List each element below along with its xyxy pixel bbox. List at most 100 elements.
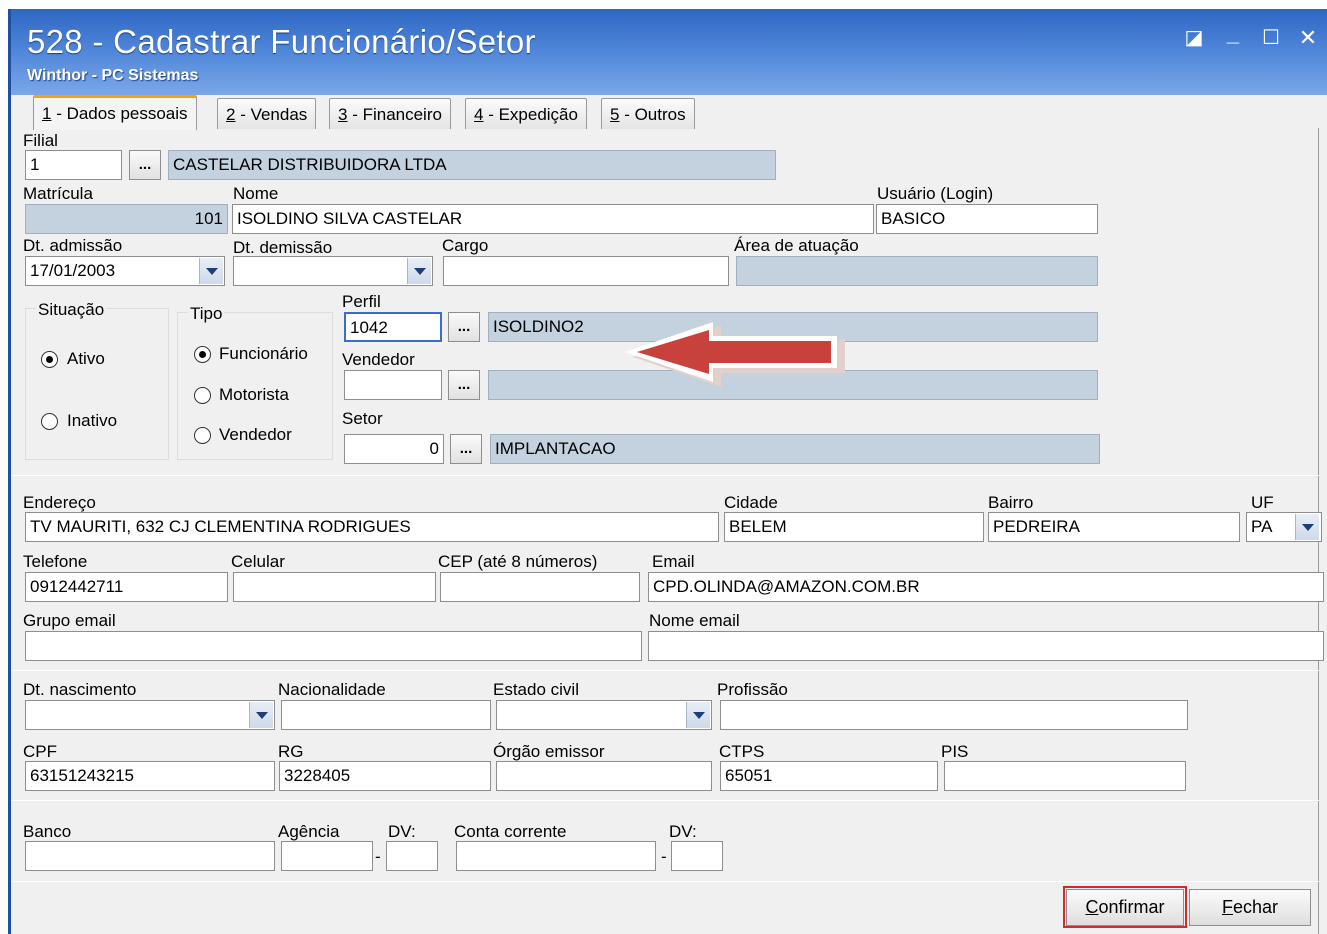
tab-financeiro[interactable]: 3 - Financeiro <box>329 98 451 129</box>
conta-dv-label: DV: <box>669 822 697 841</box>
email-input[interactable]: CPD.OLINDA@AMAZON.COM.BR <box>648 572 1324 602</box>
perfil-search-button[interactable]: ... <box>448 312 480 342</box>
orgao-emissor-input[interactable] <box>496 761 712 791</box>
app-window: 528 - Cadastrar Funcionário/Setor Wintho… <box>8 9 1327 934</box>
cpf-label: CPF <box>23 742 57 761</box>
chevron-down-icon[interactable] <box>249 702 273 728</box>
agencia-dash: - <box>375 847 381 866</box>
rg-input[interactable]: 3228405 <box>279 761 491 791</box>
pointer-arrow-icon <box>625 322 845 387</box>
vendedor-label: Vendedor <box>342 350 415 369</box>
cargo-input[interactable] <box>443 256 729 286</box>
nacionalidade-input[interactable] <box>281 700 491 730</box>
chevron-down-icon[interactable] <box>199 258 223 284</box>
chevron-down-icon[interactable] <box>1295 514 1319 540</box>
radio-funcionario[interactable] <box>194 346 211 363</box>
radio-ativo-label[interactable]: Ativo <box>67 349 105 369</box>
radio-vendedor[interactable] <box>194 427 211 444</box>
tipo-label: Tipo <box>188 304 225 324</box>
profissao-input[interactable] <box>720 700 1188 730</box>
divider <box>11 670 1319 671</box>
cep-input[interactable] <box>440 572 640 602</box>
tab-dados-pessoais[interactable]: 1 - Dados pessoais <box>33 95 197 130</box>
vendedor-search-button[interactable]: ... <box>448 370 480 400</box>
radio-inativo[interactable] <box>41 413 58 430</box>
dt-admissao-label: Dt. admissão <box>23 236 123 255</box>
conta-dv-input[interactable] <box>671 841 723 871</box>
minimize-icon[interactable]: _ <box>1220 21 1246 47</box>
setor-label: Setor <box>342 409 383 428</box>
usuario-input[interactable]: BASICO <box>876 204 1098 234</box>
dt-nascimento-label: Dt. nascimento <box>23 680 137 699</box>
setor-description: IMPLANTACAO <box>490 434 1100 464</box>
conta-corrente-label: Conta corrente <box>454 822 567 841</box>
divider <box>11 475 1319 476</box>
radio-funcionario-label[interactable]: Funcionário <box>219 344 308 364</box>
pis-label: PIS <box>941 742 969 761</box>
radio-vendedor-label[interactable]: Vendedor <box>219 425 292 445</box>
banco-label: Banco <box>23 822 72 841</box>
radio-ativo[interactable] <box>41 351 58 368</box>
telefone-label: Telefone <box>23 552 88 571</box>
vendedor-input[interactable] <box>344 370 442 400</box>
chevron-down-icon[interactable] <box>686 702 710 728</box>
agencia-label: Agência <box>278 822 340 841</box>
celular-input[interactable] <box>233 572 436 602</box>
filial-search-button[interactable]: ... <box>129 150 161 180</box>
divider <box>11 800 1319 801</box>
nome-email-input[interactable] <box>648 631 1324 661</box>
perfil-label: Perfil <box>342 292 381 311</box>
cep-label: CEP (até 8 números) <box>438 552 598 571</box>
agencia-input[interactable] <box>281 841 373 871</box>
setor-input[interactable]: 0 <box>344 434 444 464</box>
agencia-dv-input[interactable] <box>386 841 438 871</box>
area-atuacao-label: Área de atuação <box>734 236 859 255</box>
confirmar-button[interactable]: Confirmar <box>1066 889 1184 926</box>
nome-input[interactable]: ISOLDINO SILVA CASTELAR <box>232 204 874 234</box>
estado-civil-label: Estado civil <box>493 680 579 699</box>
setor-search-button[interactable]: ... <box>450 434 482 464</box>
estado-civil-select[interactable] <box>496 700 712 730</box>
dt-admissao-input[interactable]: 17/01/2003 <box>25 256 225 286</box>
conta-corrente-input[interactable] <box>456 841 656 871</box>
grupo-email-label: Grupo email <box>23 611 116 630</box>
radio-inativo-label[interactable]: Inativo <box>67 411 117 431</box>
nome-label: Nome <box>233 184 279 203</box>
endereco-input[interactable]: TV MAURITI, 632 CJ CLEMENTINA RODRIGUES <box>25 512 719 542</box>
ctps-input[interactable]: 65051 <box>720 761 938 791</box>
fechar-button[interactable]: Fechar <box>1189 889 1311 926</box>
bairro-input[interactable]: PEDREIRA <box>988 512 1240 542</box>
grupo-email-input[interactable] <box>25 631 642 661</box>
telefone-input[interactable]: 0912442711 <box>25 572 228 602</box>
dt-demissao-label: Dt. demissão <box>233 238 333 257</box>
close-icon[interactable]: ✕ <box>1295 25 1321 51</box>
cidade-input[interactable]: BELEM <box>724 512 984 542</box>
celular-label: Celular <box>231 552 285 571</box>
situacao-label: Situação <box>36 300 107 320</box>
dt-demissao-input[interactable] <box>233 256 433 286</box>
cpf-input[interactable]: 63151243215 <box>25 761 275 791</box>
window-subtitle: Winthor - PC Sistemas <box>27 67 199 84</box>
banco-input[interactable] <box>25 841 275 871</box>
chevron-down-icon[interactable] <box>407 258 431 284</box>
situacao-group <box>25 308 169 460</box>
matricula-input: 101 <box>25 204 228 234</box>
rg-label: RG <box>278 742 304 761</box>
area-atuacao-input <box>736 256 1098 286</box>
restore-icon[interactable]: ◪ <box>1181 25 1207 51</box>
pis-input[interactable] <box>944 761 1186 791</box>
filial-input[interactable]: 1 <box>25 150 122 180</box>
title-bar[interactable]: 528 - Cadastrar Funcionário/Setor Wintho… <box>11 9 1327 95</box>
tab-vendas[interactable]: 2 - Vendas <box>217 98 317 129</box>
uf-label: UF <box>1251 493 1274 512</box>
usuario-label: Usuário (Login) <box>877 184 994 203</box>
radio-motorista-label[interactable]: Motorista <box>219 385 289 405</box>
radio-motorista[interactable] <box>194 387 211 404</box>
cargo-label: Cargo <box>442 236 489 255</box>
dt-nascimento-input[interactable] <box>25 700 275 730</box>
maximize-icon[interactable]: ☐ <box>1258 25 1284 51</box>
tab-outros[interactable]: 5 - Outros <box>601 98 695 129</box>
tab-expedicao[interactable]: 4 - Expedição <box>465 98 587 129</box>
perfil-input[interactable]: 1042 <box>344 312 442 342</box>
endereco-label: Endereço <box>23 493 96 512</box>
